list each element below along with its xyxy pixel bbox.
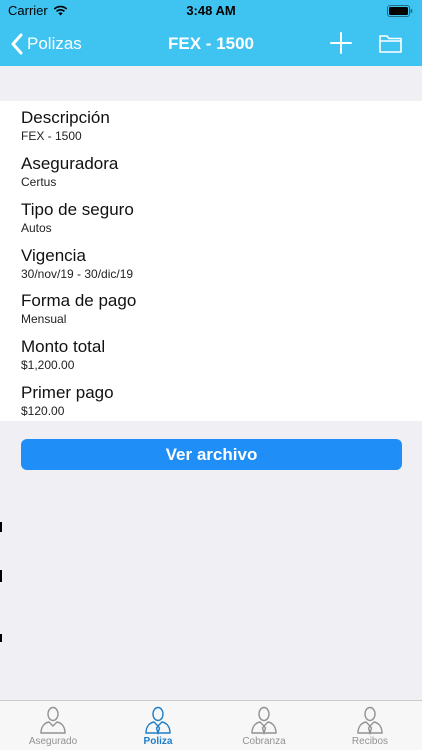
- plus-icon[interactable]: [330, 32, 352, 54]
- edge-sliver: [0, 634, 2, 642]
- tab-poliza[interactable]: Poliza: [108, 705, 208, 750]
- detail-row-primer-pago: Primer pago $120.00: [21, 383, 401, 418]
- tab-bar: Asegurado Poliza Cobranza Recibos: [0, 700, 422, 750]
- tab-asegurado[interactable]: Asegurado: [3, 705, 103, 750]
- tab-recibos[interactable]: Recibos: [320, 705, 420, 750]
- status-bar: Carrier 3:48 AM: [0, 0, 422, 22]
- policy-details-list: Descripción FEX - 1500 Aseguradora Certu…: [0, 101, 422, 421]
- detail-label: Vigencia: [21, 246, 86, 265]
- back-button-label: Polizas: [27, 34, 82, 53]
- top-bar: Carrier 3:48 AM Polizas FEX - 1500: [0, 0, 422, 66]
- back-button[interactable]: Polizas: [10, 31, 82, 57]
- tab-label: Cobranza: [242, 736, 286, 747]
- detail-value: $120.00: [21, 404, 65, 418]
- tab-label: Recibos: [351, 736, 389, 747]
- detail-row-aseguradora: Aseguradora Certus: [21, 154, 401, 189]
- detail-row-monto-total: Monto total $1,200.00: [21, 337, 401, 372]
- navigation-bar: Polizas FEX - 1500: [0, 22, 422, 66]
- detail-value: FEX - 1500: [21, 129, 82, 143]
- detail-row-descripcion: Descripción FEX - 1500: [21, 108, 401, 143]
- person-tie-icon: [357, 706, 383, 735]
- app-screen: Carrier 3:48 AM Polizas FEX - 1500 Descr…: [0, 0, 422, 750]
- detail-row-vigencia: Vigencia 30/nov/19 - 30/dic/19: [21, 246, 401, 281]
- tab-cobranza[interactable]: Cobranza: [214, 705, 314, 750]
- detail-label: Descripción: [21, 108, 110, 127]
- detail-row-tipo-de-seguro: Tipo de seguro Autos: [21, 200, 401, 235]
- detail-value: $1,200.00: [21, 358, 75, 372]
- status-time: 3:48 AM: [186, 3, 236, 18]
- folder-icon[interactable]: [379, 33, 402, 53]
- view-file-button[interactable]: Ver archivo: [21, 439, 402, 470]
- detail-label: Monto total: [21, 337, 106, 356]
- detail-value: Certus: [21, 175, 57, 189]
- tab-label: Poliza: [143, 736, 173, 747]
- detail-value: 30/nov/19 - 30/dic/19: [21, 267, 134, 281]
- edge-sliver: [0, 570, 2, 582]
- detail-label: Tipo de seguro: [21, 200, 134, 219]
- detail-value: Autos: [21, 221, 52, 235]
- person-tie-icon: [145, 706, 171, 735]
- detail-label: Primer pago: [21, 383, 114, 402]
- chevron-left-icon: [11, 33, 23, 55]
- detail-value: Mensual: [21, 312, 67, 326]
- edge-sliver: [0, 522, 2, 532]
- battery-icon: [387, 5, 413, 17]
- tab-label: Asegurado: [28, 736, 78, 747]
- person-tie-icon: [251, 706, 277, 735]
- detail-label: Forma de pago: [21, 291, 137, 310]
- person-icon: [40, 706, 66, 734]
- detail-label: Aseguradora: [21, 154, 119, 173]
- detail-row-forma-de-pago: Forma de pago Mensual: [21, 291, 401, 326]
